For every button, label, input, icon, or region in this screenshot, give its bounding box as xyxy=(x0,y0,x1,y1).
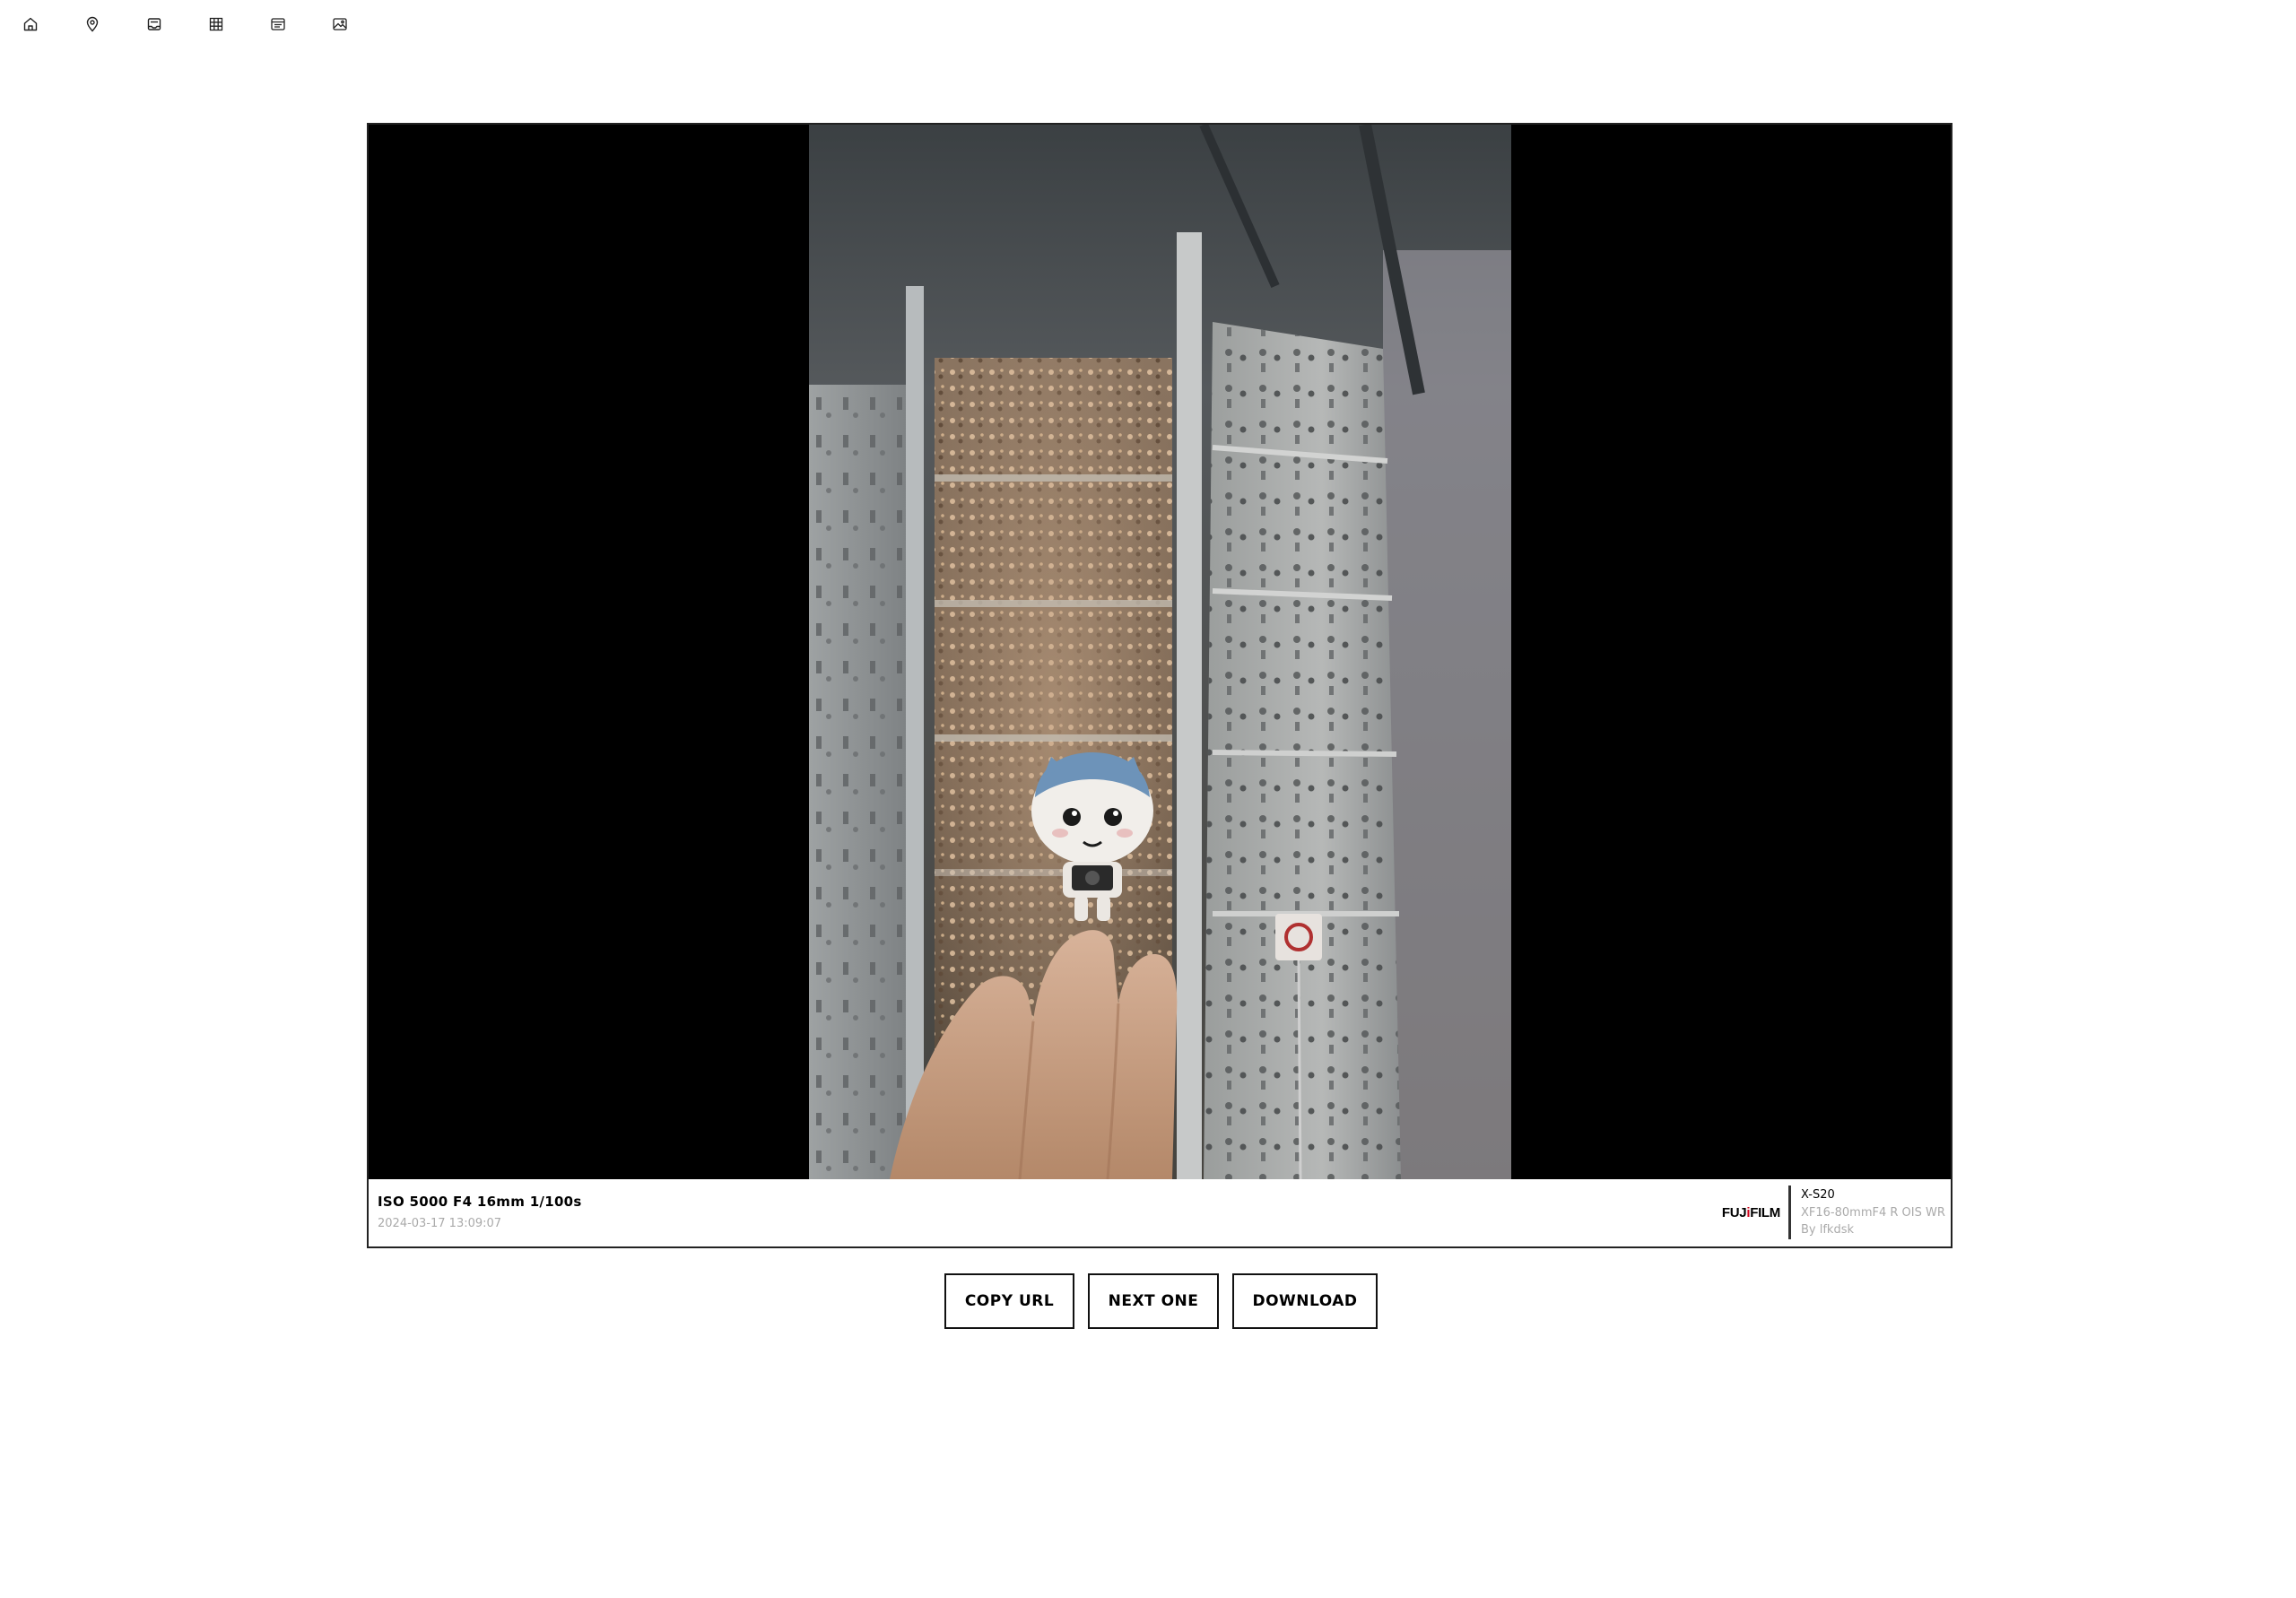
photo-album-icon[interactable] xyxy=(145,15,163,33)
next-one-button[interactable]: NEXT ONE xyxy=(1088,1273,1219,1329)
map-pin-icon[interactable] xyxy=(83,15,101,33)
exif-summary: ISO 5000 F4 16mm 1/100s xyxy=(378,1194,582,1210)
camera-model: X-S20 xyxy=(1801,1188,1835,1202)
list-icon[interactable] xyxy=(269,15,287,33)
photo xyxy=(809,125,1511,1179)
photo-datetime: 2024-03-17 13:09:07 xyxy=(378,1217,502,1230)
home-icon[interactable] xyxy=(22,15,39,33)
brand-suffix: FILM xyxy=(1750,1205,1780,1220)
photo-info-bar: ISO 5000 F4 16mm 1/100s 2024-03-17 13:09… xyxy=(369,1179,1951,1246)
photo-author: By lfkdsk xyxy=(1801,1223,1855,1237)
grid-icon[interactable] xyxy=(207,15,225,33)
download-button[interactable]: DOWNLOAD xyxy=(1232,1273,1378,1329)
copy-url-button[interactable]: COPY URL xyxy=(944,1273,1074,1329)
photo-card: ISO 5000 F4 16mm 1/100s 2024-03-17 13:09… xyxy=(367,123,1952,1248)
camera-brand-logo: FUJiFILM xyxy=(1722,1205,1780,1220)
photo-viewer xyxy=(369,125,1951,1179)
image-icon[interactable] xyxy=(331,15,349,33)
camera-lens: XF16-80mmF4 R OIS WR xyxy=(1801,1206,1945,1220)
brand-prefix: FUJ xyxy=(1721,1205,1747,1220)
info-divider xyxy=(1788,1185,1791,1239)
